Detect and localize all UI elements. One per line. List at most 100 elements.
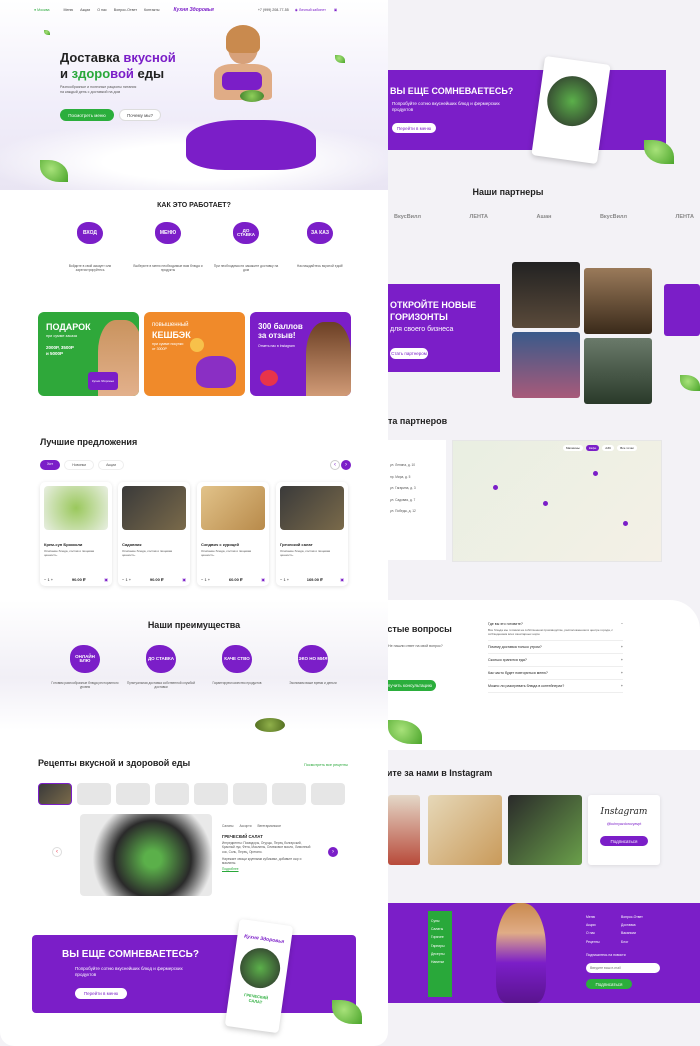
how-step: ДО СТАВКА При необходимости закажите дос…: [211, 222, 281, 273]
instagram-photo[interactable]: [388, 795, 420, 865]
cart-add-icon[interactable]: ▣: [104, 577, 108, 582]
partner-logo[interactable]: ЛЕНТА: [470, 214, 489, 220]
prev-arrow-icon[interactable]: ‹: [330, 460, 340, 470]
wallet-icon: [196, 356, 236, 388]
nav-about[interactable]: О нас: [97, 8, 107, 12]
faq-section: Частые вопросы Не нашли ответ на свой во…: [388, 600, 700, 750]
recipe-more-link[interactable]: Подробнее: [222, 867, 239, 871]
view-menu-button[interactable]: Посмотреть меню: [60, 109, 114, 121]
footer-link[interactable]: О нас: [586, 929, 600, 937]
footer-menu-item[interactable]: Салаты: [431, 925, 449, 933]
map-pin-icon[interactable]: [493, 485, 498, 490]
recipe-thumb[interactable]: [116, 783, 150, 805]
filter-all[interactable]: Все точки: [617, 445, 637, 451]
faq-item[interactable]: Где вы это готовите? −: [488, 620, 623, 628]
prev-recipe-icon[interactable]: ‹: [52, 847, 62, 857]
map-list-item[interactable]: ул. Садовая, д. 7: [390, 495, 444, 507]
partners-title: Наши партнеры: [472, 187, 544, 197]
promo-gift[interactable]: ПОДАРОК при сумме заказа 2000Р, 3500Р и …: [38, 312, 139, 396]
map-list: ул. Ленина, д. 10 пр. Мира, д. 5 ул. Гаг…: [388, 440, 446, 560]
partner-logo[interactable]: ВкусВилл: [394, 214, 421, 220]
consultation-button[interactable]: Получить консультацию: [388, 680, 436, 691]
why-us-button[interactable]: Почему мы?: [119, 109, 161, 121]
footer-link[interactable]: Вакансии: [621, 929, 643, 937]
faq-item[interactable]: Как часто будет повторяться меню? +: [488, 667, 623, 681]
become-partner-button[interactable]: Стать партнером: [390, 348, 428, 359]
recipe-thumb[interactable]: [233, 783, 267, 805]
nav-faq[interactable]: Вопрос-Ответ: [114, 8, 137, 12]
promo-review[interactable]: 300 баллов за отзыв! Отметь нас в Instag…: [250, 312, 351, 396]
map-list-item[interactable]: ул. Победы, д. 12: [390, 506, 444, 518]
cart-add-icon[interactable]: ▣: [261, 577, 265, 582]
promo-cashback[interactable]: повышенный КЕШБЭК при сумме покупки от 3…: [144, 312, 245, 396]
map-pin-icon[interactable]: [593, 471, 598, 476]
faq-item[interactable]: Можно ли разогревать блюда в контейнерах…: [488, 680, 623, 694]
recipe-thumb[interactable]: [77, 783, 111, 805]
cabinet-link[interactable]: ◉ Личный кабинет: [295, 8, 326, 12]
product-card[interactable]: Крем-суп Брокколи Описание блюда, состав…: [40, 482, 112, 586]
footer-link[interactable]: Блог: [621, 938, 643, 946]
instagram-photo[interactable]: [428, 795, 502, 865]
go-menu-button[interactable]: Перейти в меню: [75, 988, 127, 999]
recipe-thumb[interactable]: [194, 783, 228, 805]
footer-link[interactable]: Рецепты: [586, 938, 600, 946]
footer-menu-item[interactable]: Напитки: [431, 958, 449, 966]
tab-hit[interactable]: Хит: [40, 460, 61, 470]
phone[interactable]: +7 (999) 208-77-55: [258, 8, 289, 12]
subscribe-button[interactable]: Подписаться: [586, 979, 632, 989]
quantity-stepper[interactable]: − 1 +: [201, 577, 210, 582]
tab-new[interactable]: Новинки: [64, 460, 95, 470]
next-recipe-icon[interactable]: ›: [328, 847, 338, 857]
nav-menu[interactable]: Меню: [63, 8, 73, 12]
cart-icon[interactable]: ▣: [334, 8, 337, 12]
footer-menu-item[interactable]: Гарниры: [431, 942, 449, 950]
cart-add-icon[interactable]: ▣: [340, 577, 344, 582]
recipe-thumb[interactable]: [38, 783, 72, 805]
email-field[interactable]: [586, 963, 660, 973]
recipe-thumb[interactable]: [311, 783, 345, 805]
footer-link[interactable]: Доставка: [621, 921, 643, 929]
map[interactable]: Магазины Кафе АЗС Все точки: [452, 440, 662, 562]
partner-logo[interactable]: Ашан: [537, 214, 552, 220]
product-card[interactable]: Садовник Описание блюда, состав и пищева…: [118, 482, 190, 586]
map-pin-icon[interactable]: [543, 501, 548, 506]
footer-link[interactable]: Вопрос-Ответ: [621, 913, 643, 921]
go-menu-button[interactable]: Перейти в меню: [392, 123, 436, 133]
partner-logo[interactable]: ВкусВилл: [600, 214, 627, 220]
faq-item[interactable]: Почему доставка только утром? +: [488, 641, 623, 655]
footer-menu-item[interactable]: Десерты: [431, 950, 449, 958]
partner-logo[interactable]: ЛЕНТА: [675, 214, 694, 220]
hero-title: Доставка вкусной и здоровой еды: [60, 50, 176, 81]
filter-shops[interactable]: Магазины: [563, 445, 583, 451]
footer-menu-item[interactable]: Горячее: [431, 933, 449, 941]
filter-cafe[interactable]: Кафе: [585, 445, 600, 451]
faq-item[interactable]: Сколько хранится еда? +: [488, 654, 623, 668]
recipe-thumb[interactable]: [272, 783, 306, 805]
map-list-item[interactable]: ул. Ленина, д. 10: [390, 460, 444, 472]
logo[interactable]: Кухня Здоровья: [174, 7, 214, 13]
product-card[interactable]: Греческий салат Описание блюда, состав и…: [276, 482, 348, 586]
quantity-stepper[interactable]: − 1 +: [122, 577, 131, 582]
next-arrow-icon[interactable]: ›: [341, 460, 351, 470]
nav-promo[interactable]: Акции: [80, 8, 90, 12]
footer-link[interactable]: Меню: [586, 913, 600, 921]
olives-decor: [255, 718, 285, 732]
city-select[interactable]: ● Москва: [34, 8, 49, 12]
map-list-item[interactable]: пр. Мира, д. 5: [390, 472, 444, 484]
footer-link[interactable]: Акции: [586, 921, 600, 929]
filter-gas[interactable]: АЗС: [602, 445, 615, 451]
all-recipes-link[interactable]: Посмотреть все рецепты: [304, 763, 348, 767]
product-card[interactable]: Сэндвич с курицей Описание блюда, состав…: [197, 482, 269, 586]
quantity-stepper[interactable]: − 1 +: [44, 577, 53, 582]
nav-contacts[interactable]: Контакты: [144, 8, 160, 12]
map-pin-icon[interactable]: [623, 521, 628, 526]
map-list-item[interactable]: ул. Гагарина, д. 3: [390, 483, 444, 495]
tab-promo[interactable]: Акции: [98, 460, 125, 470]
footer-menu-item[interactable]: Супы: [431, 917, 449, 925]
recipe-thumb[interactable]: [155, 783, 189, 805]
cart-add-icon[interactable]: ▣: [182, 577, 186, 582]
recipes-title: Рецепты вкусной и здоровой еды: [38, 758, 191, 768]
quantity-stepper[interactable]: − 1 +: [280, 577, 289, 582]
subscribe-instagram-button[interactable]: Подписаться: [600, 836, 648, 846]
instagram-photo[interactable]: [508, 795, 582, 865]
